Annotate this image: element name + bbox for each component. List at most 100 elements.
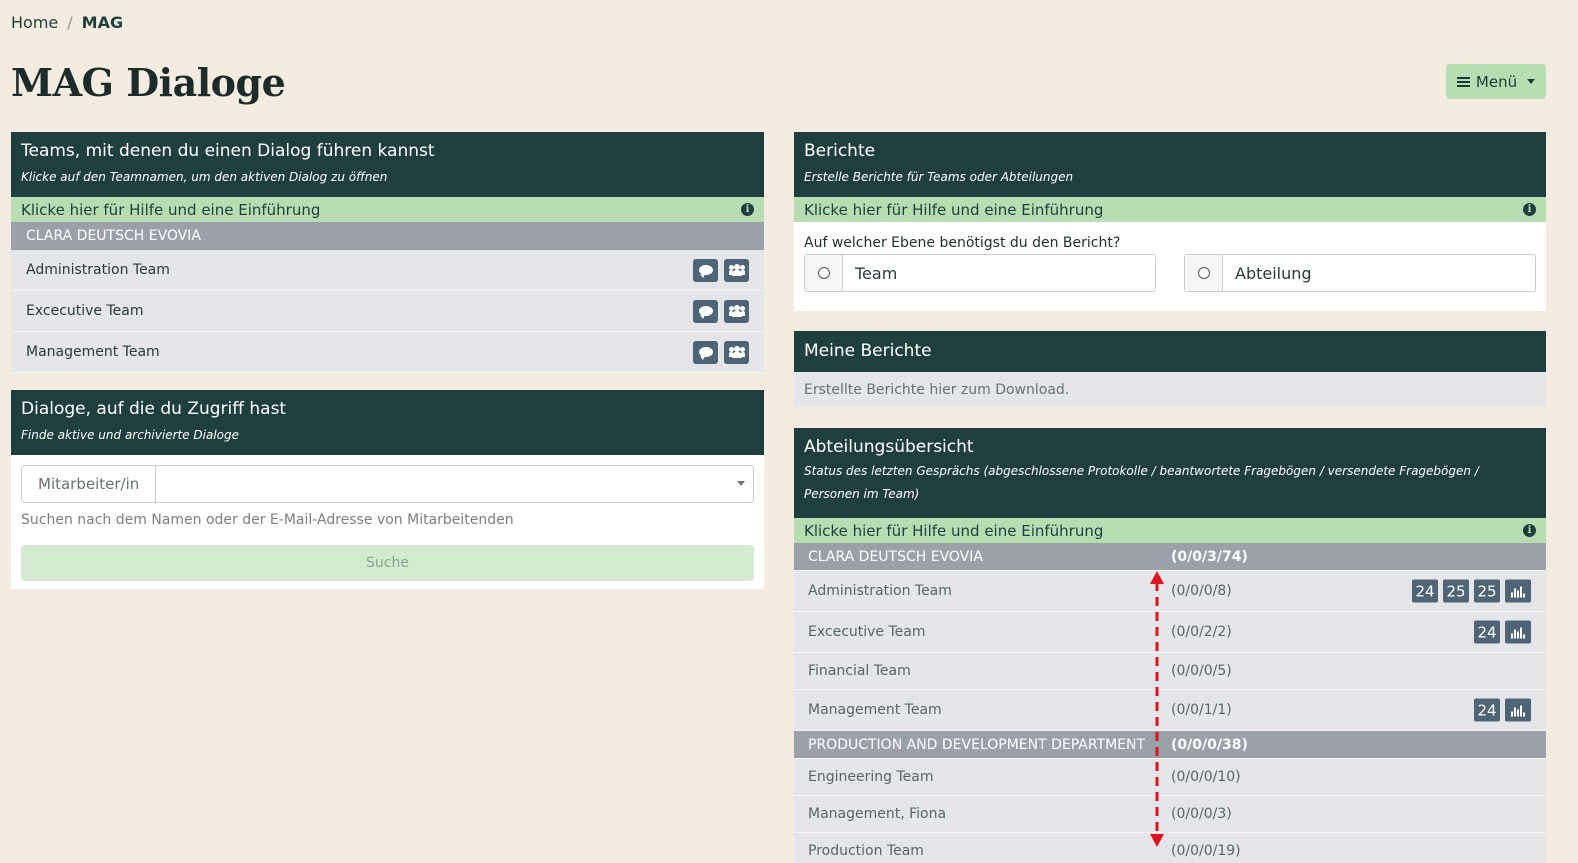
my-reports-card: Meine Berichte Erstellte Berichte hier z… — [794, 331, 1546, 407]
radio-option-team[interactable]: Team — [804, 254, 1156, 292]
breadcrumb-separator: / — [67, 13, 73, 32]
department-team-row[interactable]: Management, Fiona (0/0/0/3) — [794, 796, 1546, 833]
year-badge[interactable]: 24 — [1412, 579, 1438, 603]
dialogs-card: Dialoge, auf die du Zugriff hast Finde a… — [11, 390, 764, 589]
dept-card-title: Abteilungsübersicht — [804, 437, 974, 457]
menu-button[interactable]: Menü — [1446, 64, 1546, 99]
breadcrumb: Home / MAG — [11, 13, 123, 32]
department-team-row[interactable]: Financial Team (0/0/0/5) — [794, 653, 1546, 690]
team-members-button[interactable] — [724, 258, 749, 282]
radio-label-department: Abteilung — [1235, 263, 1312, 283]
employee-addon: Mitarbeiter/in — [22, 466, 157, 502]
list-icon — [1456, 76, 1470, 87]
dialog-button[interactable] — [693, 299, 718, 323]
department-team-row[interactable]: Administration Team (0/0/0/8) 24 25 25 — [794, 571, 1546, 612]
reports-help-bar[interactable]: Klicke hier für Hilfe und eine Einführun… — [794, 197, 1546, 222]
page-title: MAG Dialoge — [11, 60, 286, 105]
team-row[interactable]: Management Team — [11, 332, 764, 373]
department-group-row: PRODUCTION AND DEVELOPMENT DEPARTMENT (0/… — [794, 731, 1546, 759]
info-icon: i — [1523, 203, 1536, 216]
team-actions — [693, 258, 749, 282]
team-members-button[interactable] — [724, 299, 749, 323]
teams-card: Teams, mit denen du einen Dialog führen … — [11, 132, 764, 373]
dept-card-subtitle: Status des letzten Gesprächs (abgeschlos… — [804, 464, 1479, 501]
department-name: PRODUCTION AND DEVELOPMENT DEPARTMENT — [808, 736, 1146, 753]
team-members-button[interactable] — [724, 340, 749, 364]
teams-list: Administration Team Excecutive Team Manage… — [11, 250, 764, 373]
employee-select[interactable] — [156, 466, 753, 502]
dialogs-card-subtitle: Finde aktive und archivierte Dialoge — [21, 428, 240, 442]
department-team-row[interactable]: Excecutive Team (0/0/2/2) 24 — [794, 612, 1546, 653]
teams-card-header: Teams, mit denen du einen Dialog führen … — [11, 132, 764, 197]
dept-help-text: Klicke hier für Hilfe und eine Einführun… — [804, 521, 1104, 540]
year-badge[interactable]: 24 — [1474, 698, 1500, 722]
department-team-row[interactable]: Management Team (0/0/1/1) 24 — [794, 690, 1546, 731]
my-reports-card-title: Meine Berichte — [804, 341, 932, 361]
users-icon — [728, 305, 745, 317]
team-row[interactable]: Excecutive Team — [11, 291, 764, 332]
report-level-options: Team Abteilung — [804, 254, 1536, 292]
reports-card-subtitle: Erstelle Berichte für Teams oder Abteilu… — [804, 170, 1074, 184]
team-actions — [693, 299, 749, 323]
info-icon: i — [741, 203, 754, 216]
dialogs-card-body: Mitarbeiter/in Suchen nach dem Namen ode… — [11, 455, 764, 581]
year-badge[interactable]: 25 — [1443, 579, 1469, 603]
reports-card-title: Berichte — [804, 141, 876, 161]
select-caret-icon — [737, 481, 745, 486]
department-name: CLARA DEUTSCH EVOVIA — [808, 548, 983, 565]
team-name-link[interactable]: Administration Team — [26, 262, 170, 278]
breadcrumb-home-link[interactable]: Home — [11, 13, 58, 32]
year-badge[interactable]: 24 — [1474, 620, 1500, 644]
radio-option-department[interactable]: Abteilung — [1184, 254, 1536, 292]
dialogs-card-title: Dialoge, auf die du Zugriff hast — [21, 399, 287, 419]
status-counts: (0/0/2/2) — [1171, 624, 1232, 640]
team-name: Excecutive Team — [808, 624, 926, 640]
radio-label-team: Team — [855, 263, 898, 283]
teams-help-bar[interactable]: Klicke hier für Hilfe und eine Einführun… — [11, 197, 764, 222]
radio-icon[interactable] — [1197, 267, 1210, 279]
bar-chart-icon[interactable] — [1505, 620, 1531, 644]
arrow-head-up — [1150, 571, 1164, 584]
dept-help-bar[interactable]: Klicke hier für Hilfe und eine Einführun… — [794, 518, 1546, 543]
search-hint: Suchen nach dem Namen oder der E-Mail-Ad… — [21, 512, 514, 528]
dialog-button[interactable] — [693, 258, 718, 282]
department-group-row: CLARA DEUTSCH EVOVIA (0/0/3/74) — [794, 543, 1546, 571]
chat-icon — [698, 306, 713, 319]
teams-help-text: Klicke hier für Hilfe und eine Einführun… — [21, 200, 321, 219]
chat-icon — [698, 347, 713, 360]
department-overview-card: Abteilungsübersicht Status des letzten G… — [794, 428, 1546, 863]
menu-label: Menü — [1475, 72, 1518, 91]
reports-card-body: Auf welcher Ebene benötigst du den Beric… — [794, 222, 1546, 292]
team-name: Administration Team — [808, 583, 952, 599]
bar-chart-icon[interactable] — [1505, 579, 1531, 603]
my-reports-card-header: Meine Berichte — [794, 331, 1546, 372]
department-team-row[interactable]: Production Team (0/0/0/19) — [794, 833, 1546, 863]
year-badge[interactable]: 25 — [1474, 579, 1500, 603]
info-icon: i — [1523, 524, 1536, 537]
status-counts: (0/0/0/10) — [1171, 769, 1241, 785]
bar-chart-icon[interactable] — [1505, 698, 1531, 722]
teams-card-subtitle: Klicke auf den Teamnamen, um den aktiven… — [21, 170, 388, 184]
status-counts: (0/0/3/74) — [1171, 548, 1248, 565]
dialog-badges: 24 — [1474, 620, 1531, 644]
status-counts: (0/0/0/5) — [1171, 663, 1232, 679]
caret-down-icon — [1527, 79, 1536, 84]
search-button[interactable]: Suche — [21, 545, 754, 581]
team-name: Financial Team — [808, 663, 911, 679]
status-counts: (0/0/1/1) — [1171, 702, 1232, 718]
radio-icon[interactable] — [817, 267, 830, 279]
status-counts: (0/0/0/3) — [1171, 806, 1232, 822]
double-arrow-annotation — [1150, 571, 1164, 847]
team-name: Management, Fiona — [808, 806, 947, 822]
users-icon — [728, 346, 745, 358]
department-team-row[interactable]: Engineering Team (0/0/0/10) — [794, 759, 1546, 796]
dialogs-card-header: Dialoge, auf die du Zugriff hast Finde a… — [11, 390, 764, 455]
employee-search-group: Mitarbeiter/in — [21, 465, 754, 503]
team-name: Engineering Team — [808, 769, 934, 785]
dialog-button[interactable] — [693, 340, 718, 364]
team-row[interactable]: Administration Team — [11, 250, 764, 291]
arrow-head-down — [1150, 834, 1164, 847]
dialog-badges: 24 25 25 — [1412, 579, 1531, 603]
team-name-link[interactable]: Excecutive Team — [26, 303, 144, 319]
team-name-link[interactable]: Management Team — [26, 344, 160, 360]
